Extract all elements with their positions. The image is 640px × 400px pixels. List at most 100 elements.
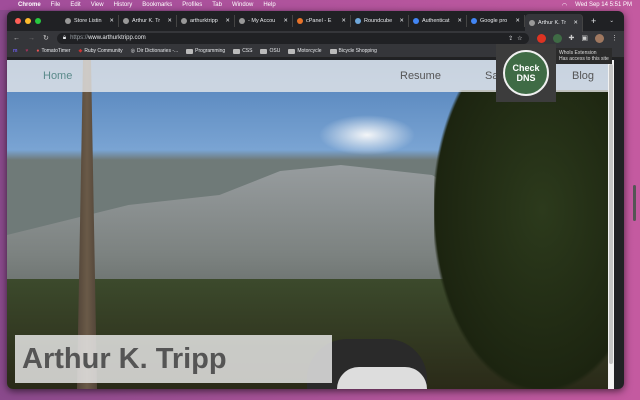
close-tab-icon[interactable]: ✕: [283, 18, 288, 24]
zoom-window-button[interactable]: [35, 18, 41, 24]
menu-view[interactable]: View: [91, 2, 104, 8]
wifi-icon[interactable]: ◠: [562, 2, 567, 9]
folder-icon: [233, 48, 241, 54]
bookmark-m-icon[interactable]: m: [13, 48, 17, 54]
bookmark-label: Bicycle Shopping: [338, 48, 377, 54]
bookmark-folder[interactable]: Motorcycle: [288, 48, 322, 54]
tab[interactable]: Authenticat ✕: [409, 15, 467, 27]
menu-bookmarks[interactable]: Bookmarks: [142, 2, 172, 8]
tab[interactable]: Roundcube ✕: [351, 15, 409, 27]
tab-label: - My Accou: [248, 18, 276, 24]
scrollbar-thumb[interactable]: [609, 64, 613, 364]
close-window-button[interactable]: [15, 18, 21, 24]
toolbar: ← → ↻ 🔒︎ https://www.arthurktripp.com ⇪ …: [7, 31, 624, 45]
folder-icon: [288, 48, 296, 54]
url-scheme: https://: [70, 35, 89, 41]
extension-tooltip: WhoIs Extension Has access to this site: [556, 48, 612, 64]
google-icon: [413, 18, 419, 24]
tab-search-chevron-icon[interactable]: ⌄: [609, 18, 614, 24]
bookmark-label: Ruby Community: [84, 48, 123, 54]
google-icon: [471, 18, 477, 24]
close-tab-icon[interactable]: ✕: [167, 18, 172, 24]
close-tab-icon[interactable]: ✕: [515, 18, 520, 24]
forward-button[interactable]: →: [28, 35, 35, 42]
extensions-puzzle-icon[interactable]: ✚: [569, 34, 575, 42]
profile-avatar[interactable]: [595, 33, 604, 43]
menu-tab[interactable]: Tab: [212, 2, 222, 8]
menu-edit[interactable]: Edit: [70, 2, 80, 8]
close-tab-icon[interactable]: ✕: [225, 18, 230, 24]
tomato-icon: ●: [36, 48, 40, 54]
bookmark-folder[interactable]: Programming: [186, 48, 225, 54]
tent-photo: [337, 367, 427, 389]
page-scrollbar[interactable]: [608, 60, 614, 389]
bookmark-folder[interactable]: OSU: [260, 48, 280, 54]
menu-window[interactable]: Window: [232, 2, 253, 8]
tab-label: arthurktripp: [190, 18, 218, 24]
favicon-icon: [239, 18, 245, 24]
clock[interactable]: Wed Sep 14 5:51 PM: [575, 2, 632, 9]
nav-home[interactable]: Home: [43, 70, 72, 82]
tab[interactable]: cPanel - E ✕: [293, 15, 351, 27]
new-tab-button[interactable]: +: [591, 16, 596, 26]
adblock-extension-icon[interactable]: [536, 33, 546, 43]
reload-button[interactable]: ↻: [43, 34, 49, 42]
tab-label: cPanel - E: [306, 18, 332, 24]
extension-popup: Check DNS: [496, 44, 556, 102]
bookmark-heart-icon[interactable]: ♥: [25, 48, 28, 54]
bookmark-item[interactable]: ◎ Dir Dictionaries -...: [131, 48, 179, 54]
tab[interactable]: arthurktripp ✕: [177, 15, 235, 27]
url-host: www.arthurktripp.com: [88, 35, 146, 41]
favicon-icon: [297, 18, 303, 24]
menu-file[interactable]: File: [51, 2, 61, 8]
tab[interactable]: - My Accou ✕: [235, 15, 293, 27]
close-tab-icon[interactable]: ✕: [399, 18, 404, 24]
macos-menubar: Chrome File Edit View History Bookmarks …: [0, 0, 640, 10]
folder-icon: [186, 48, 194, 54]
tab-label: Arthur K. Tr: [538, 20, 567, 26]
bookmark-folder[interactable]: CSS: [233, 48, 252, 54]
address-bar[interactable]: 🔒︎ https://www.arthurktripp.com ⇪ ☆: [56, 32, 529, 44]
lock-icon: 🔒︎: [62, 34, 67, 41]
back-button[interactable]: ←: [13, 35, 20, 42]
minimize-window-button[interactable]: [25, 18, 31, 24]
bookmark-label: Motorcycle: [297, 48, 322, 54]
globe-icon: ◎: [130, 48, 136, 54]
close-tab-icon[interactable]: ✕: [573, 20, 578, 26]
tree-photo: [434, 90, 614, 389]
menu-help[interactable]: Help: [263, 2, 275, 8]
close-tab-icon[interactable]: ✕: [109, 18, 114, 24]
ruby-icon: ◆: [78, 48, 83, 54]
menu-history[interactable]: History: [114, 2, 133, 8]
bookmark-label: Dir Dictionaries -...: [137, 48, 179, 54]
tab-label: Arthur K. Tr: [132, 18, 161, 24]
bookmark-item[interactable]: ● TomatoTimer: [36, 48, 70, 54]
nav-blog[interactable]: Blog: [572, 70, 594, 82]
tab[interactable]: Google pro ✕: [467, 15, 525, 27]
nav-resume[interactable]: Resume: [400, 70, 441, 82]
side-panel-icon[interactable]: ▣: [581, 34, 588, 42]
tab[interactable]: Store Listin ✕: [61, 15, 119, 27]
folder-icon: [329, 48, 337, 54]
favicon-icon: [355, 18, 361, 24]
tab-active[interactable]: Arthur K. Tr ✕: [525, 14, 583, 32]
bookmark-folder[interactable]: Bicycle Shopping: [329, 48, 377, 54]
close-tab-icon[interactable]: ✕: [457, 18, 462, 24]
check-dns-button[interactable]: Check DNS: [503, 50, 549, 96]
whois-extension-icon[interactable]: [552, 33, 562, 43]
bookmark-item[interactable]: ◆ Ruby Community: [78, 48, 122, 54]
desktop-scroll-indicator: [633, 185, 636, 221]
folder-icon: [260, 48, 268, 54]
tab-label: Google pro: [480, 18, 508, 24]
favicon-icon: [529, 20, 535, 26]
share-icon[interactable]: ⇪: [508, 35, 513, 42]
bookmark-label: Programming: [195, 48, 226, 54]
menu-app[interactable]: Chrome: [18, 2, 41, 8]
favicon-icon: [181, 18, 187, 24]
hero-title: Arthur K. Tripp: [15, 335, 332, 383]
close-tab-icon[interactable]: ✕: [341, 18, 346, 24]
tab[interactable]: Arthur K. Tr ✕: [119, 15, 177, 27]
bookmark-star-icon[interactable]: ☆: [517, 35, 522, 42]
menu-kebab-icon[interactable]: ⋮: [611, 34, 618, 42]
menu-profiles[interactable]: Profiles: [182, 2, 202, 8]
